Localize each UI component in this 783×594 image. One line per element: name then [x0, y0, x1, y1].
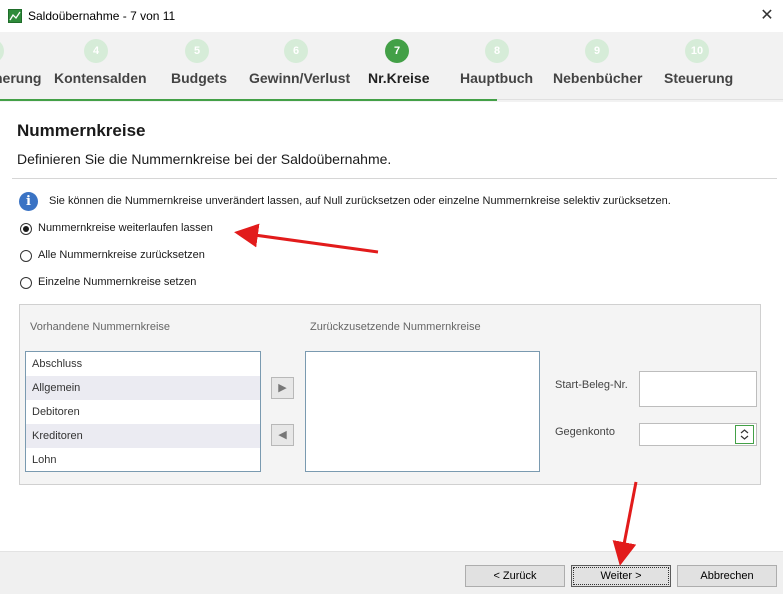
step-number-circle [0, 39, 4, 63]
radio-label: Alle Nummernkreise zurücksetzen [38, 249, 205, 261]
step-bar-divider [497, 99, 783, 100]
radio-button[interactable] [20, 277, 32, 289]
reset-nummernkreise-list[interactable] [305, 351, 540, 472]
annotation-arrow-radio [234, 223, 379, 254]
list-item[interactable]: Abschluss [26, 352, 260, 376]
close-icon[interactable]: ✕ [755, 5, 779, 27]
available-nummernkreise-list[interactable]: Abschluss Allgemein Debitoren Kreditoren… [25, 351, 261, 472]
wizard-step-3[interactable]: herung [0, 32, 50, 102]
move-left-button[interactable]: ◀ [271, 424, 294, 446]
step-label: Steuerung [664, 70, 734, 86]
step-number-circle: 4 [84, 39, 108, 63]
step-label: Kontensalden [54, 70, 147, 86]
step-label: Hauptbuch [460, 70, 534, 86]
wizard-step-8[interactable]: 8 Hauptbuch [455, 32, 540, 102]
step-number-circle: 5 [185, 39, 209, 63]
radio-button[interactable] [20, 223, 32, 235]
list-item[interactable]: Allgemein [26, 376, 260, 400]
annotation-arrow-weiter [612, 481, 638, 566]
app-chart-icon [8, 9, 22, 23]
radio-label: Einzelne Nummernkreise setzen [38, 276, 197, 288]
reset-list-label: Zurückzusetzende Nummernkreise [310, 321, 481, 333]
wizard-step-4[interactable]: 4 Kontensalden [50, 32, 147, 102]
wizard-step-5[interactable]: 5 Budgets [165, 32, 230, 102]
info-text: Sie können die Nummernkreise unverändert… [49, 195, 671, 207]
step-label: Gewinn/Verlust [249, 70, 351, 86]
available-list-label: Vorhandene Nummernkreise [30, 321, 171, 333]
page-subtitle: Definieren Sie die Nummernkreise bei der… [17, 151, 392, 167]
wizard-step-6[interactable]: 6 Gewinn/Verlust [245, 32, 350, 102]
radio-label: Nummernkreise weiterlaufen lassen [38, 222, 213, 234]
step-number-circle: 10 [685, 39, 709, 63]
gegenkonto-label: Gegenkonto [555, 426, 615, 438]
step-label: Nr.Kreise [368, 70, 430, 86]
next-button[interactable]: Weiter > [571, 565, 671, 587]
list-item[interactable]: Kreditoren [26, 424, 260, 448]
move-right-button[interactable]: ▶ [271, 377, 294, 399]
wizard-step-10[interactable]: 10 Steuerung [660, 32, 740, 102]
wizard-steps: herung 4 Kontensalden 5 Budgets 6 Gewinn… [0, 32, 783, 102]
start-beleg-label: Start-Beleg-Nr. [555, 379, 628, 391]
step-number-circle: 6 [284, 39, 308, 63]
step-number-circle: 7 [385, 39, 409, 63]
step-number-circle: 9 [585, 39, 609, 63]
wizard-step-9[interactable]: 9 Nebenbücher [550, 32, 645, 102]
chevron-up-down-icon[interactable] [735, 425, 754, 444]
list-item[interactable]: Debitoren [26, 400, 260, 424]
back-button[interactable]: < Zurück [465, 565, 565, 587]
step-number-circle: 8 [485, 39, 509, 63]
window-title: Saldoübernahme - 7 von 11 [28, 9, 176, 23]
step-label: Budgets [171, 70, 227, 86]
step-progress-underline [0, 99, 497, 101]
step-label: Nebenbücher [553, 70, 643, 86]
start-beleg-input[interactable] [639, 371, 757, 407]
step-label: herung [0, 70, 42, 86]
wizard-step-7[interactable]: 7 Nr.Kreise [362, 32, 434, 102]
list-item[interactable]: Lohn [26, 448, 260, 471]
radio-button[interactable] [20, 250, 32, 262]
info-icon: i [19, 192, 38, 211]
page-title: Nummernkreise [17, 121, 146, 140]
header-divider [12, 178, 777, 179]
title-bar: Saldoübernahme - 7 von 11 ✕ [0, 0, 783, 32]
cancel-button[interactable]: Abbrechen [677, 565, 777, 587]
